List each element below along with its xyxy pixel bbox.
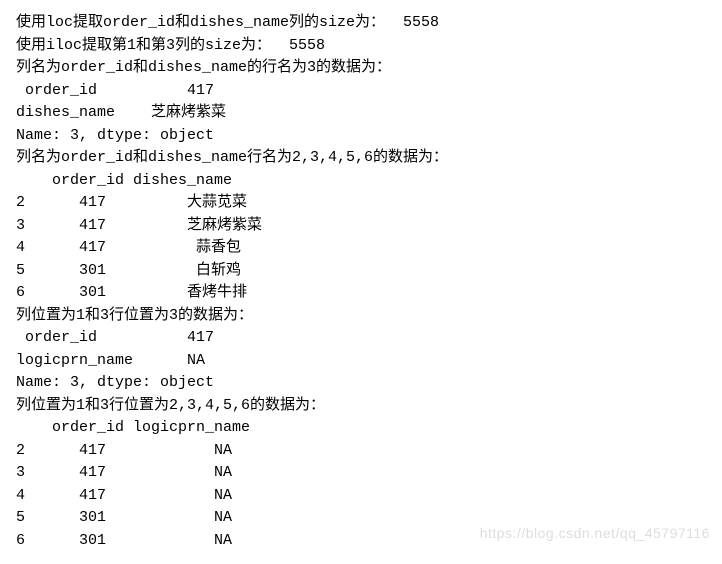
watermark-text: https://blog.csdn.net/qq_45797116 [480, 523, 710, 544]
output-line-22: 4 417 NA [16, 485, 706, 508]
output-line-9: 2 417 大蒜苋菜 [16, 192, 706, 215]
output-line-6: Name: 3, dtype: object [16, 125, 706, 148]
output-line-12: 5 301 白斩鸡 [16, 260, 706, 283]
output-line-20: 2 417 NA [16, 440, 706, 463]
output-line-8: order_id dishes_name [16, 170, 706, 193]
output-line-7: 列名为order_id和dishes_name行名为2,3,4,5,6的数据为： [16, 147, 706, 170]
output-line-21: 3 417 NA [16, 462, 706, 485]
output-line-11: 4 417 蒜香包 [16, 237, 706, 260]
output-line-2: 使用iloc提取第1和第3列的size为： 5558 [16, 35, 706, 58]
output-line-15: order_id 417 [16, 327, 706, 350]
output-line-19: order_id logicprn_name [16, 417, 706, 440]
output-line-18: 列位置为1和3行位置为2,3,4,5,6的数据为： [16, 395, 706, 418]
output-line-5: dishes_name 芝麻烤紫菜 [16, 102, 706, 125]
output-line-17: Name: 3, dtype: object [16, 372, 706, 395]
output-line-13: 6 301 香烤牛排 [16, 282, 706, 305]
output-line-4: order_id 417 [16, 80, 706, 103]
output-line-14: 列位置为1和3行位置为3的数据为： [16, 305, 706, 328]
output-line-10: 3 417 芝麻烤紫菜 [16, 215, 706, 238]
output-line-16: logicprn_name NA [16, 350, 706, 373]
output-line-1: 使用loc提取order_id和dishes_name列的size为： 5558 [16, 12, 706, 35]
output-line-3: 列名为order_id和dishes_name的行名为3的数据为： [16, 57, 706, 80]
